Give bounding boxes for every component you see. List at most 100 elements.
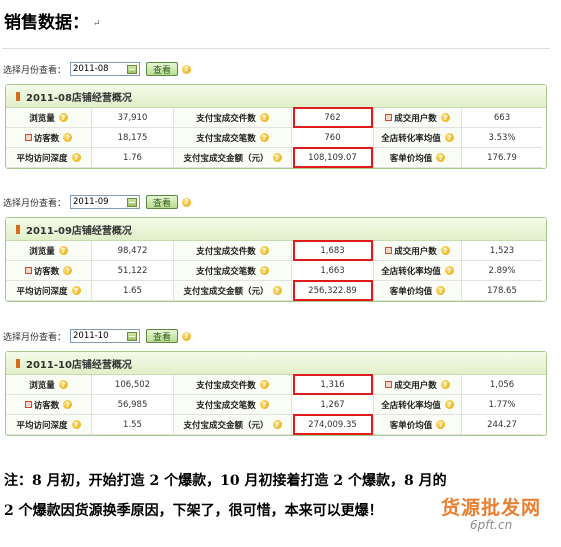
query-button[interactable]: 查看 bbox=[146, 195, 179, 209]
month-date-input[interactable]: 2011-09 bbox=[70, 195, 141, 209]
help-icon[interactable]: ? bbox=[272, 420, 282, 429]
help-icon[interactable]: ? bbox=[436, 153, 446, 162]
help-icon[interactable]: ? bbox=[272, 153, 282, 162]
metrics-grid: 浏览量? 98,472 支付宝成交件数? 1,683 成交用户数? 1,523 … bbox=[6, 241, 546, 301]
help-icon[interactable]: ? bbox=[58, 246, 68, 255]
highlight-box bbox=[293, 240, 373, 261]
help-icon[interactable]: ? bbox=[436, 420, 446, 429]
warning-icon bbox=[385, 114, 393, 121]
metric-label: 支付宝成交件数? bbox=[174, 241, 292, 261]
watermark-logo: 货源批发网 bbox=[441, 497, 542, 519]
panel-header: 2011-08店铺经营概况 bbox=[6, 85, 546, 108]
panel-header: 2011-10店铺经营概况 bbox=[6, 352, 546, 375]
help-icon[interactable]: ? bbox=[71, 420, 81, 429]
help-icon[interactable]: ? bbox=[63, 266, 73, 275]
help-icon[interactable]: ? bbox=[444, 266, 454, 275]
help-icon[interactable]: ? bbox=[272, 286, 282, 295]
metric-label: 支付宝成交笔数? bbox=[174, 261, 292, 281]
metric-label: 支付宝成交笔数? bbox=[174, 395, 292, 415]
metric-label: 成交用户数? bbox=[374, 108, 462, 128]
help-icon[interactable]: ? bbox=[259, 246, 269, 255]
metric-label: 全店转化率均值? bbox=[374, 395, 462, 415]
query-button[interactable]: 查看 bbox=[146, 62, 179, 76]
help-icon[interactable]: ? bbox=[259, 113, 269, 122]
month-select-row: 选择月份查看： 2011-09 查看 ? bbox=[3, 193, 192, 211]
metric-value: 1,663 bbox=[292, 261, 374, 281]
month-select-row: 选择月份查看： 2011-10 查看 ? bbox=[3, 327, 192, 345]
heading-text: 销售数据： bbox=[4, 13, 89, 33]
metric-value: 760 bbox=[292, 128, 374, 148]
warning-icon bbox=[24, 267, 32, 274]
metric-value: 1.65 bbox=[92, 281, 174, 301]
select-month-label: 选择月份查看： bbox=[3, 65, 67, 76]
help-icon[interactable]: ? bbox=[71, 153, 81, 162]
metric-value: 1.77% bbox=[462, 395, 542, 415]
help-icon[interactable]: ? bbox=[440, 246, 450, 255]
metric-value: 1,056 bbox=[462, 375, 542, 395]
help-icon[interactable]: ? bbox=[440, 380, 450, 389]
help-icon[interactable]: ? bbox=[436, 286, 446, 295]
metric-label: 客单价均值? bbox=[374, 415, 462, 435]
help-icon[interactable]: ? bbox=[58, 380, 68, 389]
month-date-value: 2011-09 bbox=[73, 197, 109, 207]
calendar-icon[interactable] bbox=[127, 331, 138, 341]
select-month-label: 选择月份查看： bbox=[3, 198, 67, 209]
metric-value: 1,523 bbox=[462, 241, 542, 261]
warning-icon bbox=[24, 401, 32, 408]
warning-icon bbox=[24, 134, 32, 141]
highlight-box bbox=[293, 107, 373, 128]
metric-label: 全店转化率均值? bbox=[374, 261, 462, 281]
metric-label: 浏览量? bbox=[6, 108, 92, 128]
metric-value: 37,910 bbox=[92, 108, 174, 128]
metric-value: 18,175 bbox=[92, 128, 174, 148]
help-icon[interactable]: ? bbox=[259, 380, 269, 389]
month-date-value: 2011-08 bbox=[73, 64, 109, 74]
help-icon[interactable]: ? bbox=[58, 113, 68, 122]
metric-label: 访客数? bbox=[6, 261, 92, 281]
panel-title: 2011-08店铺经营概况 bbox=[26, 92, 132, 104]
panel-title: 2011-09店铺经营概况 bbox=[26, 225, 132, 237]
calendar-icon[interactable] bbox=[127, 64, 138, 74]
metric-label: 支付宝成交金额（元）? bbox=[174, 281, 292, 301]
help-icon[interactable]: ? bbox=[71, 286, 81, 295]
select-month-label: 选择月份查看： bbox=[3, 332, 67, 343]
query-button[interactable]: 查看 bbox=[146, 329, 179, 343]
note-line-1: 注：8 月初，开始打造 2 个爆款，10 月初接着打造 2 个爆款，8 月的 bbox=[4, 473, 447, 489]
metric-label: 支付宝成交金额（元）? bbox=[174, 415, 292, 435]
metric-value: 1.76 bbox=[92, 148, 174, 168]
panel-title: 2011-10店铺经营概况 bbox=[26, 359, 132, 371]
watermark-url: 6pft.cn bbox=[470, 518, 513, 532]
metric-label: 客单价均值? bbox=[374, 281, 462, 301]
help-icon[interactable]: ? bbox=[259, 266, 269, 275]
metric-label: 支付宝成交件数? bbox=[174, 108, 292, 128]
store-overview-panel: 2011-10店铺经营概况 浏览量? 106,502 支付宝成交件数? 1,31… bbox=[5, 351, 547, 436]
metric-label: 成交用户数? bbox=[374, 375, 462, 395]
metric-label: 浏览量? bbox=[6, 375, 92, 395]
metrics-grid: 浏览量? 37,910 支付宝成交件数? 762 成交用户数? 663 访客数?… bbox=[6, 108, 546, 168]
help-icon[interactable]: ? bbox=[259, 133, 269, 142]
metric-label: 浏览量? bbox=[6, 241, 92, 261]
help-icon[interactable]: ? bbox=[444, 133, 454, 142]
metrics-grid: 浏览量? 106,502 支付宝成交件数? 1,316 成交用户数? 1,056… bbox=[6, 375, 546, 435]
help-icon[interactable]: ? bbox=[63, 400, 73, 409]
help-icon[interactable]: ? bbox=[259, 400, 269, 409]
store-overview-panel: 2011-09店铺经营概况 浏览量? 98,472 支付宝成交件数? 1,683… bbox=[5, 217, 547, 302]
help-icon[interactable]: ? bbox=[63, 133, 73, 142]
help-icon[interactable]: ? bbox=[440, 113, 450, 122]
help-icon[interactable]: ? bbox=[444, 400, 454, 409]
help-icon[interactable]: ? bbox=[182, 197, 192, 207]
store-overview-panel: 2011-08店铺经营概况 浏览量? 37,910 支付宝成交件数? 762 成… bbox=[5, 84, 547, 169]
metric-label: 成交用户数? bbox=[374, 241, 462, 261]
month-date-input[interactable]: 2011-08 bbox=[70, 62, 141, 76]
help-icon[interactable]: ? bbox=[182, 331, 192, 341]
month-date-input[interactable]: 2011-10 bbox=[70, 329, 141, 343]
metric-value: 178.65 bbox=[462, 281, 542, 301]
metric-value: 176.79 bbox=[462, 148, 542, 168]
metric-value: 51,122 bbox=[92, 261, 174, 281]
calendar-icon[interactable] bbox=[127, 197, 138, 207]
highlight-box bbox=[293, 280, 373, 301]
header-marker-icon bbox=[16, 224, 20, 234]
metric-label: 支付宝成交金额（元）? bbox=[174, 148, 292, 168]
help-icon[interactable]: ? bbox=[182, 64, 192, 74]
header-marker-icon bbox=[16, 358, 20, 368]
